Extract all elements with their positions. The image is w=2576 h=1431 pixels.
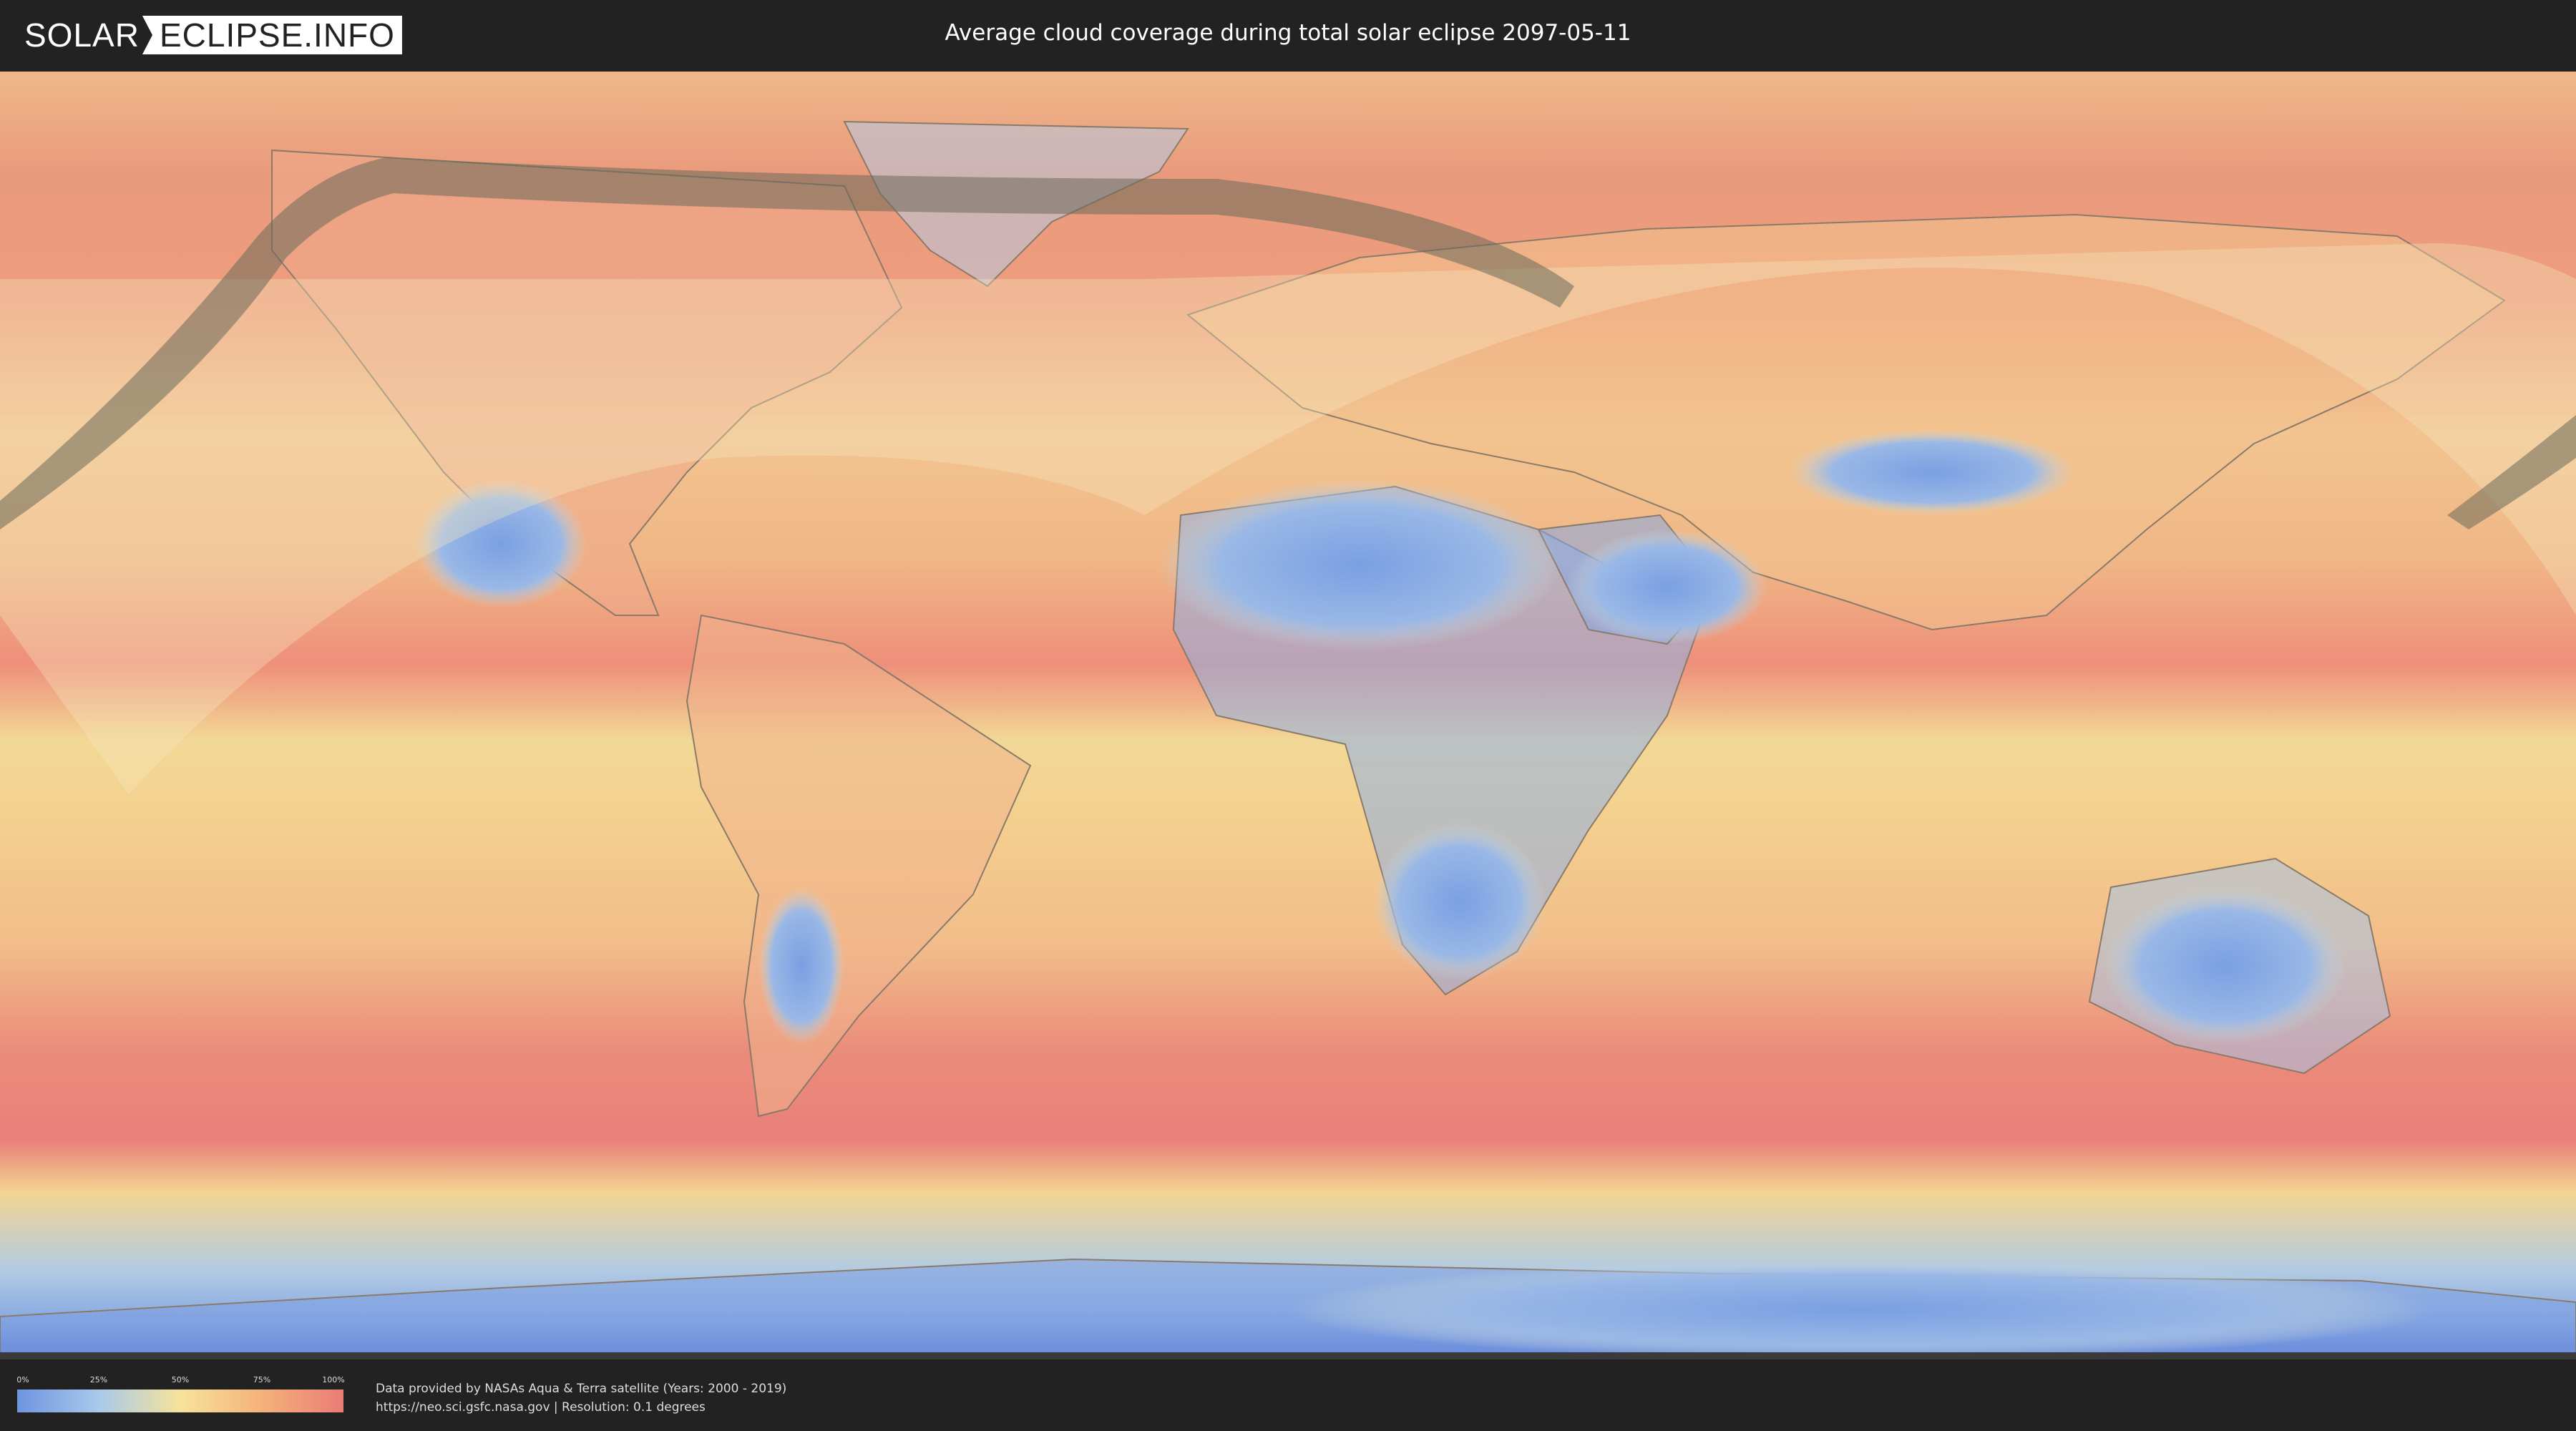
footer: 0% 25% 50% 75% 100% Data provided by NAS…: [0, 1359, 2576, 1431]
legend-tick: 50%: [171, 1375, 190, 1384]
legend-tick: 100%: [322, 1375, 345, 1384]
legend-tick: 25%: [89, 1375, 108, 1384]
legend-ticks: 0% 25% 50% 75% 100%: [16, 1375, 345, 1385]
map-frame: [0, 72, 2576, 1359]
legend-tick: 0%: [16, 1375, 29, 1384]
credits-line-2: https://neo.sci.gsfc.nasa.gov | Resoluti…: [376, 1400, 706, 1415]
cloud-coverage-map[interactable]: [0, 72, 2576, 1359]
legend-color-bar: [17, 1390, 343, 1412]
legend-tick: 75%: [253, 1375, 271, 1384]
map-bottom-edge: [0, 1352, 2576, 1359]
data-credits: Data provided by NASAs Aqua & Terra sate…: [376, 1379, 786, 1417]
page-title: Average cloud coverage during total sola…: [945, 20, 1631, 46]
cloud-coverage-legend: 0% 25% 50% 75% 100%: [16, 1375, 345, 1412]
header: SOLAR ECLIPSE.INFO Average cloud coverag…: [0, 0, 2576, 72]
credits-line-1: Data provided by NASAs Aqua & Terra sate…: [376, 1382, 787, 1396]
